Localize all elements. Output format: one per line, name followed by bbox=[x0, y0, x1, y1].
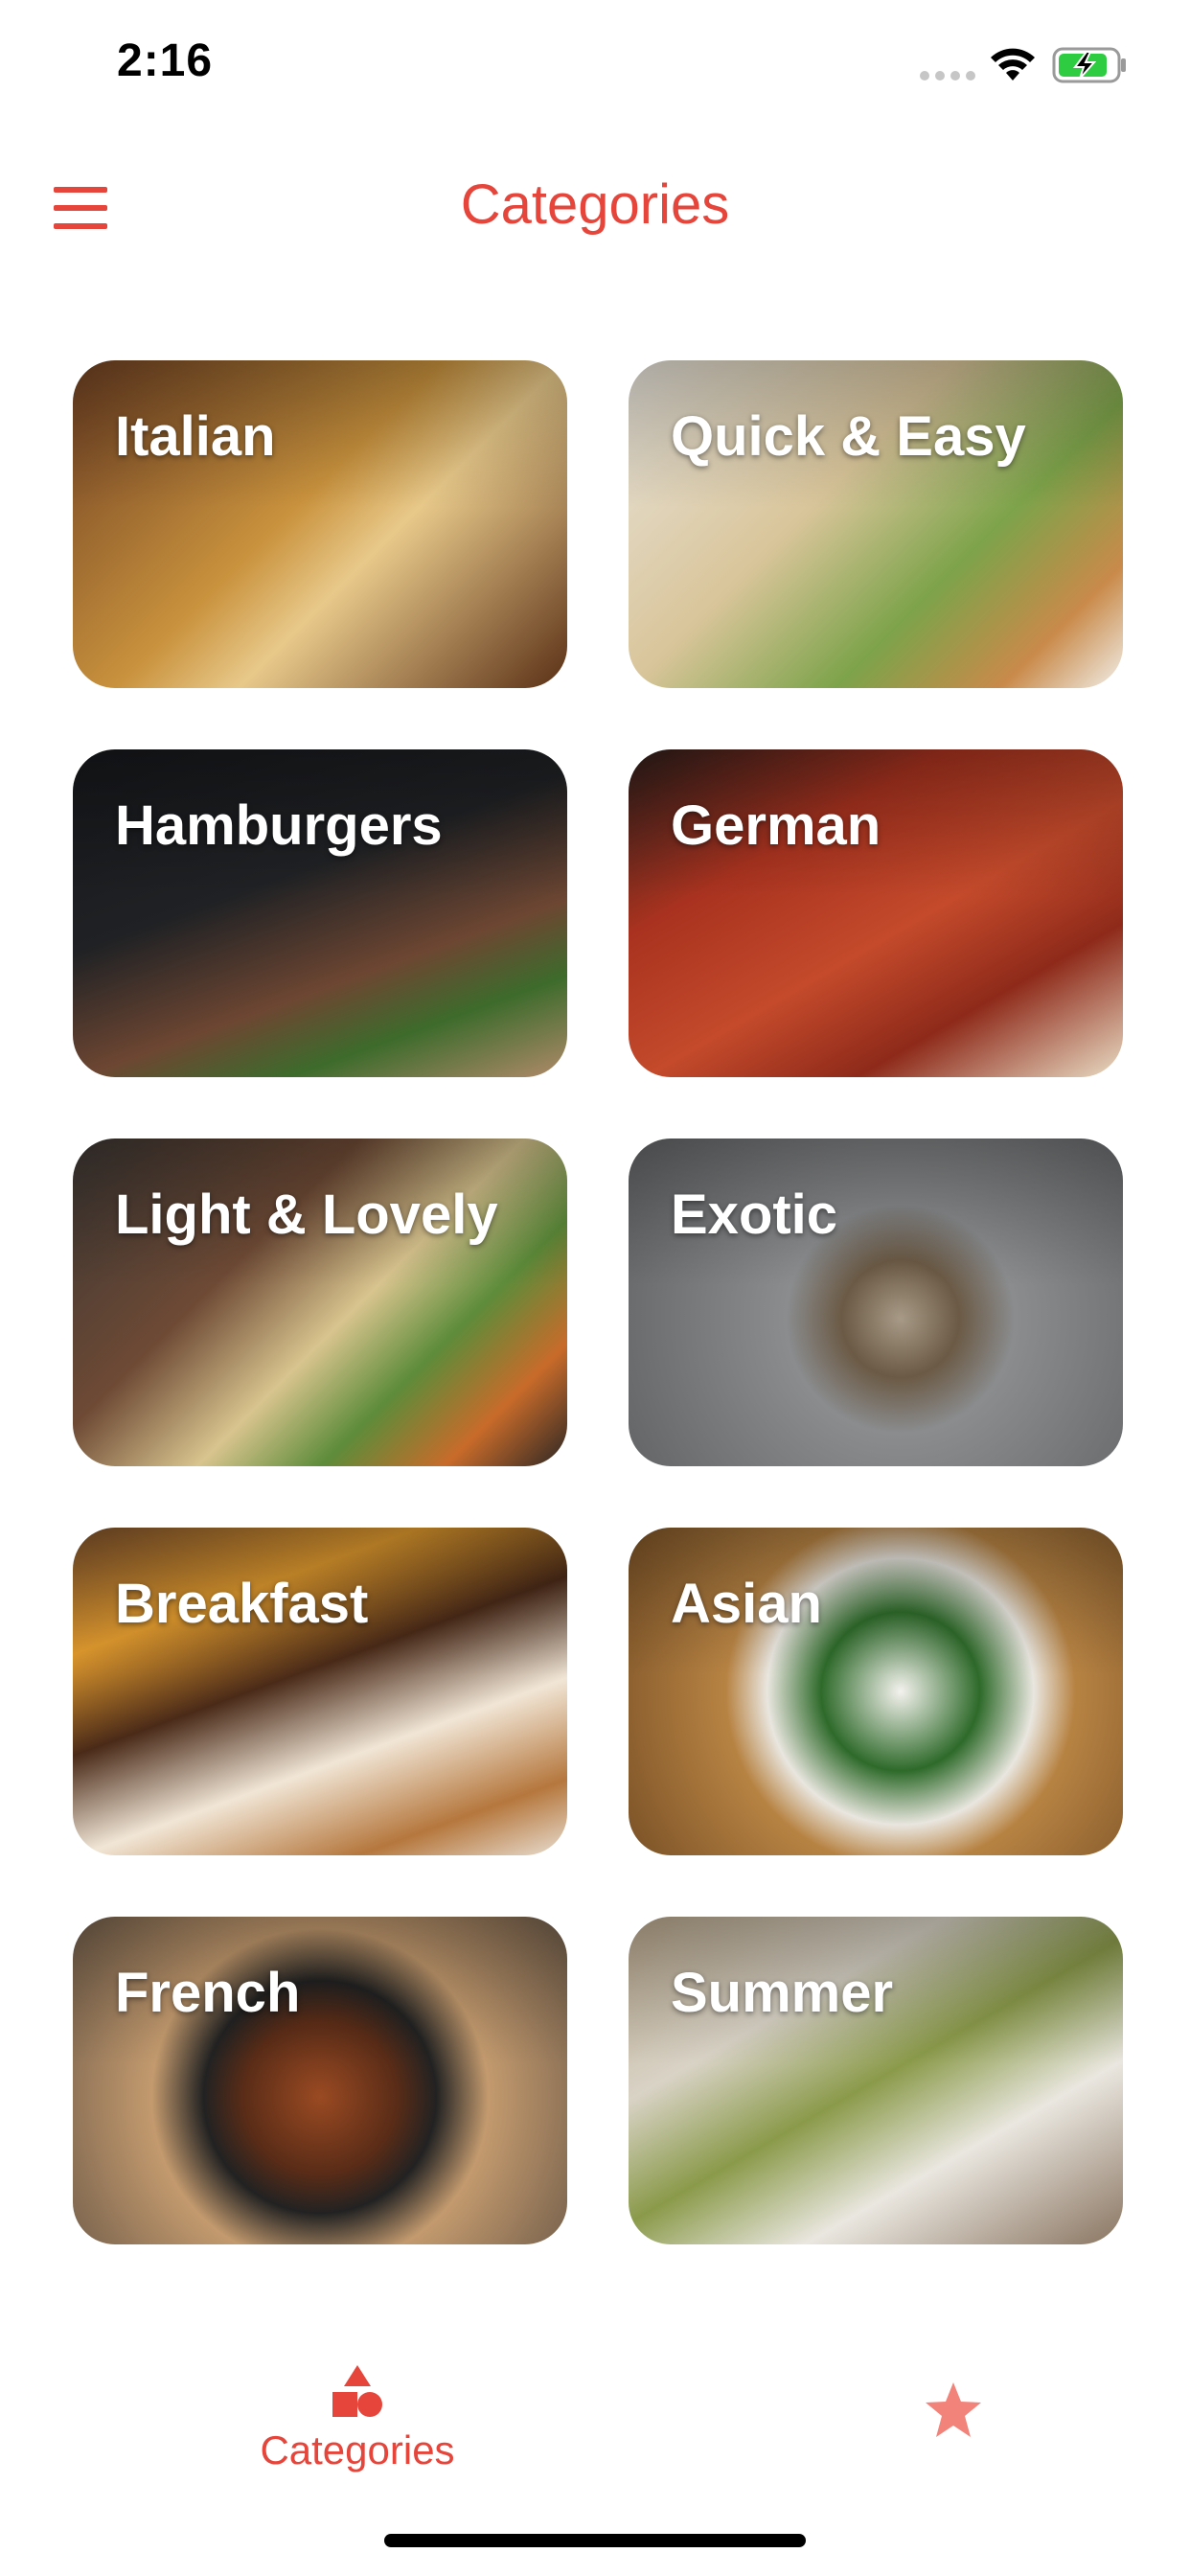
category-title: Italian bbox=[115, 405, 276, 468]
tab-categories[interactable]: Categories bbox=[240, 2363, 475, 2473]
shapes-icon bbox=[332, 2365, 382, 2417]
category-card-breakfast[interactable]: Breakfast bbox=[73, 1528, 567, 1855]
category-title: Summer bbox=[671, 1962, 894, 2024]
page-title: Categories bbox=[460, 173, 730, 236]
battery-icon bbox=[1052, 47, 1126, 83]
wifi-icon bbox=[991, 48, 1035, 80]
status-time: 2:16 bbox=[117, 35, 214, 86]
category-card-exotic[interactable]: Exotic bbox=[629, 1138, 1123, 1466]
category-card-hamburgers[interactable]: Hamburgers bbox=[73, 749, 567, 1077]
category-card-french[interactable]: French bbox=[73, 1917, 567, 2244]
category-title: Light & Lovely bbox=[115, 1184, 498, 1246]
star-icon bbox=[926, 2382, 981, 2437]
category-title: Exotic bbox=[671, 1184, 838, 1246]
category-card-quick-easy[interactable]: Quick & Easy bbox=[629, 360, 1123, 688]
category-title: German bbox=[671, 794, 881, 857]
category-card-summer[interactable]: Summer bbox=[629, 1917, 1123, 2244]
category-card-asian[interactable]: Asian bbox=[629, 1528, 1123, 1855]
status-bar: 2:16 bbox=[0, 0, 1190, 134]
category-card-light-lovely[interactable]: Light & Lovely bbox=[73, 1138, 567, 1466]
tab-favorites[interactable] bbox=[910, 2380, 996, 2445]
category-title: Breakfast bbox=[115, 1573, 369, 1635]
category-title: Asian bbox=[671, 1573, 822, 1635]
category-title: Hamburgers bbox=[115, 794, 443, 857]
category-title: French bbox=[115, 1962, 301, 2024]
tab-label: Categories bbox=[260, 2427, 455, 2472]
cellular-signal-icon bbox=[920, 71, 975, 80]
category-title: Quick & Easy bbox=[671, 405, 1026, 468]
category-card-german[interactable]: German bbox=[629, 749, 1123, 1077]
header: Categories bbox=[0, 144, 1190, 278]
home-indicator bbox=[384, 2534, 806, 2547]
category-card-italian[interactable]: Italian bbox=[73, 360, 567, 688]
